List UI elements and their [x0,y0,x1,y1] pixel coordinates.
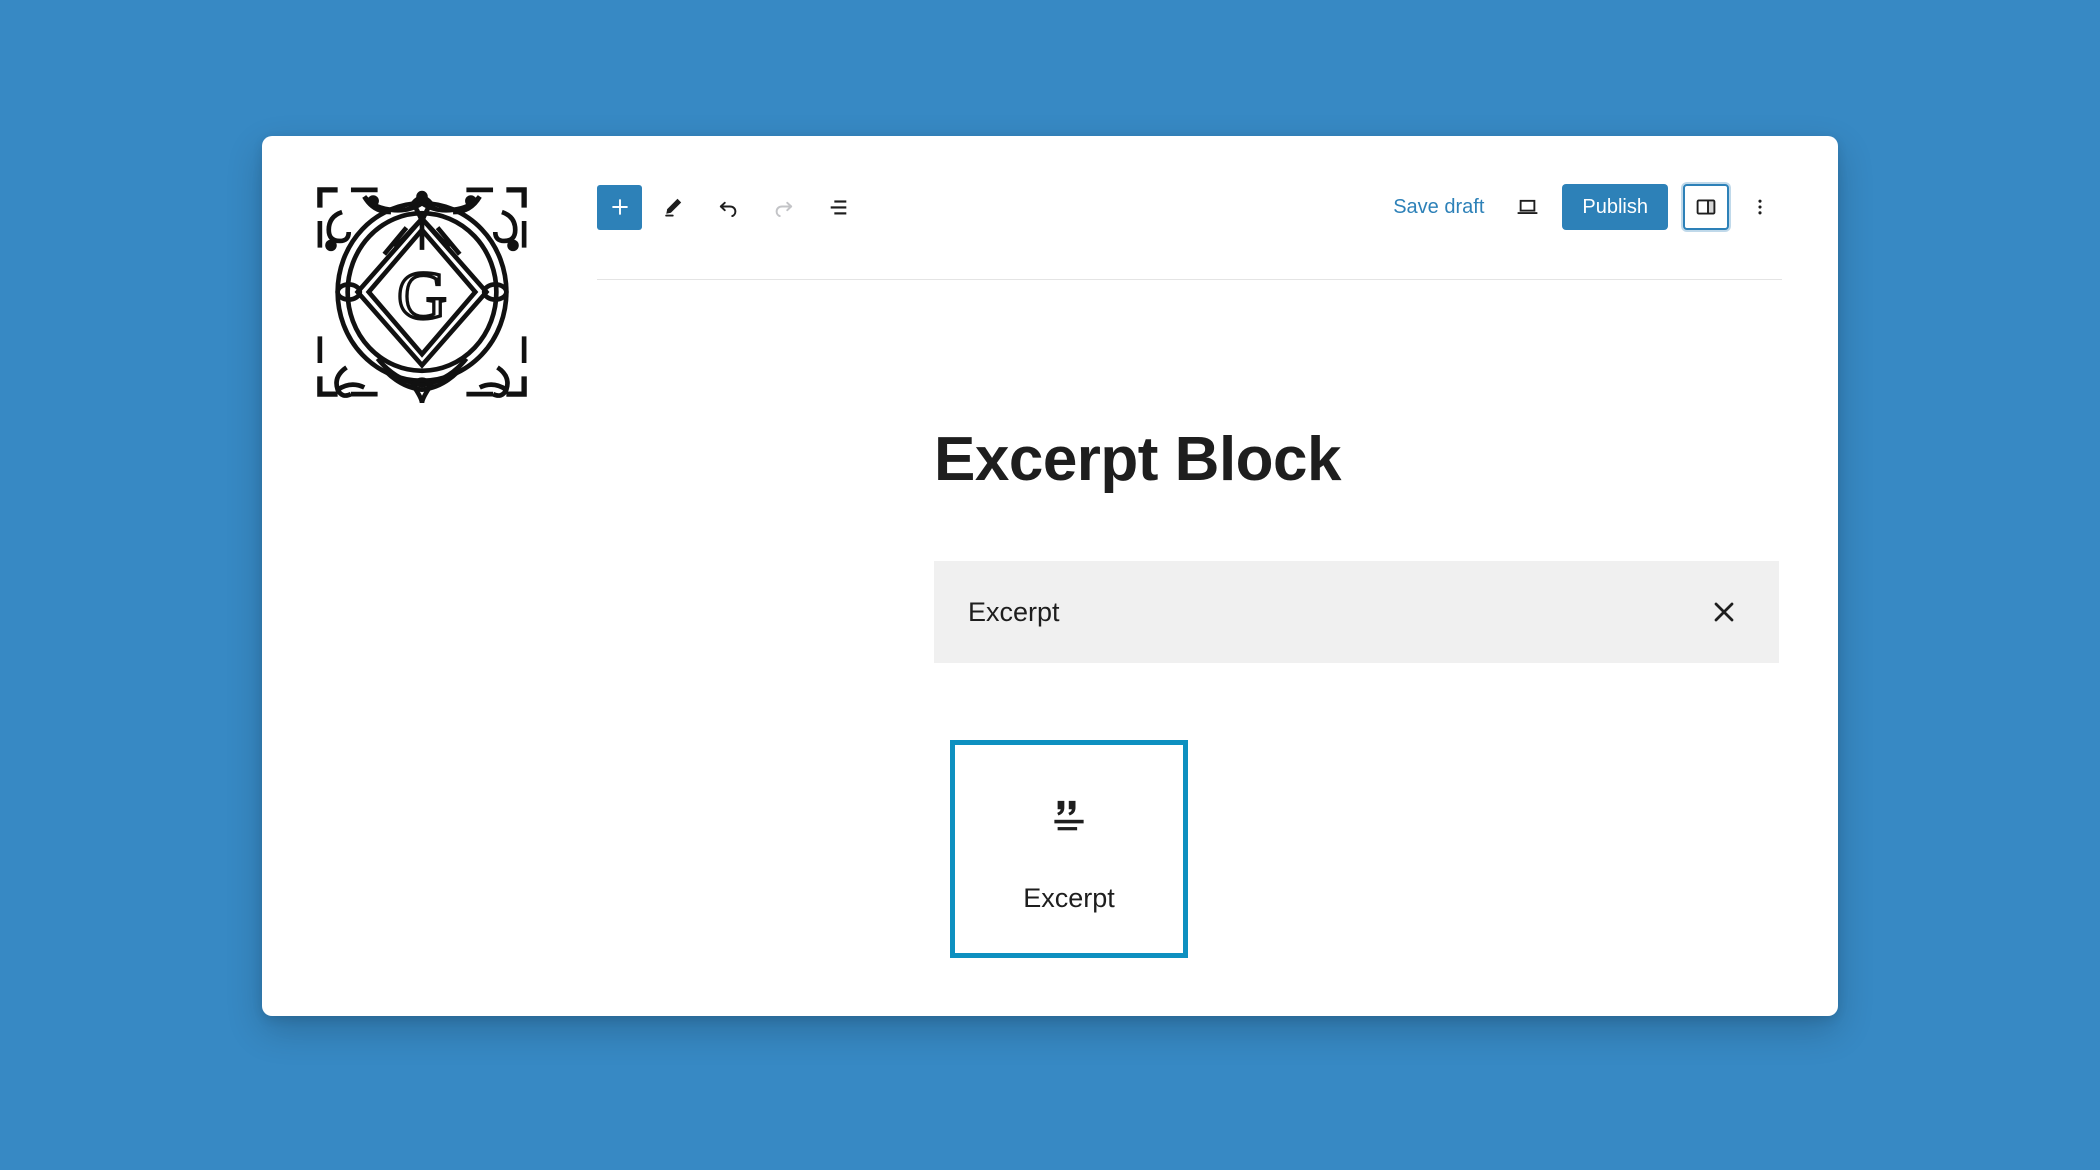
redo-button[interactable] [759,183,807,231]
search-input-value: Excerpt [968,596,1060,627]
preview-button[interactable] [1503,183,1551,231]
three-dots-vertical-icon [1758,199,1762,215]
clear-search-button[interactable] [1703,591,1745,633]
gutenberg-ornate-g-logo: G [311,181,533,403]
undo-arrow-icon [719,201,736,217]
block-result-label: Excerpt [1023,882,1115,913]
editor-header: Save draft Publish [597,176,1782,280]
options-menu-button[interactable] [1738,183,1782,231]
publish-button[interactable]: Publish [1562,184,1668,230]
pencil-icon [665,198,682,217]
close-icon [1714,602,1734,622]
redo-arrow-icon [775,201,792,217]
block-result-excerpt[interactable]: Excerpt [950,740,1188,958]
undo-button[interactable] [704,183,752,231]
document-overview-button[interactable] [814,183,862,231]
excerpt-quote-icon [1038,785,1100,847]
tools-button[interactable] [649,183,697,231]
sidebar-panel-icon [1696,199,1716,215]
list-view-icon [830,199,846,214]
page-title[interactable]: Excerpt Block [934,424,1342,495]
settings-sidebar-toggle[interactable] [1683,184,1729,230]
laptop-icon [1517,199,1538,214]
plus-icon [611,199,628,215]
block-search-input[interactable]: Excerpt [934,561,1779,663]
add-block-button[interactable] [597,184,642,230]
save-draft-button[interactable]: Save draft [1379,190,1498,225]
svg-text:G: G [397,258,447,334]
header-right-tools: Save draft Publish [1379,183,1782,231]
header-left-tools [597,183,862,231]
editor-window: G Save draft Publish Excerpt Block Excer… [262,136,1838,1016]
